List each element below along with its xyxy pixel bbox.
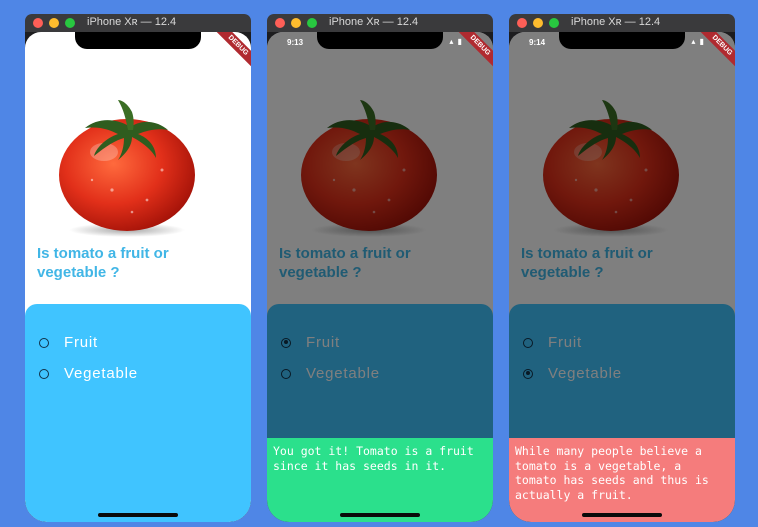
home-indicator[interactable] (98, 513, 178, 517)
close-window-button[interactable] (33, 18, 43, 28)
notch (559, 32, 685, 49)
window-controls (517, 18, 559, 28)
window-titlebar: iPhone Xʀ — 12.4 (25, 14, 251, 32)
phone-frame: 9:13 ▴ ▮ DEBUG Is tomato a fruit or vege… (267, 32, 493, 522)
minimize-window-button[interactable] (533, 18, 543, 28)
app-screen: 9:14 ▴ ▮ DEBUG Is tomato a fruit or vege… (509, 32, 735, 522)
phone-frame: DEBUG Is tomato a fruit or vegetable ? F… (25, 32, 251, 522)
notch (75, 32, 201, 49)
window-title: iPhone Xʀ — 12.4 (87, 16, 177, 28)
phone-frame: 9:14 ▴ ▮ DEBUG Is tomato a fruit or vege… (509, 32, 735, 522)
option-label: Vegetable (64, 365, 138, 382)
feedback-snackbar-wrong: While many people believe a tomato is a … (509, 438, 735, 522)
wifi-icon: ▴ ▮ (691, 37, 705, 46)
close-window-button[interactable] (517, 18, 527, 28)
minimize-window-button[interactable] (291, 18, 301, 28)
simulator-window-2: iPhone Xʀ — 12.4 9:13 ▴ ▮ DEBUG Is tomat… (267, 14, 493, 522)
window-controls (33, 18, 75, 28)
wifi-icon: ▴ ▮ (449, 37, 463, 46)
simulator-window-3: iPhone Xʀ — 12.4 9:14 ▴ ▮ DEBUG Is tomat… (509, 14, 735, 522)
zoom-window-button[interactable] (307, 18, 317, 28)
question-text: Is tomato a fruit or vegetable ? (37, 245, 169, 281)
feedback-snackbar-correct: You got it! Tomato is a fruit since it h… (267, 438, 493, 522)
window-controls (275, 18, 317, 28)
radio-icon[interactable] (39, 337, 49, 348)
radio-icon[interactable] (39, 368, 49, 379)
option-fruit[interactable]: Fruit (39, 334, 98, 351)
app-screen: 9:13 ▴ ▮ DEBUG Is tomato a fruit or vege… (267, 32, 493, 522)
window-title: iPhone Xʀ — 12.4 (571, 16, 661, 28)
home-indicator[interactable] (340, 513, 420, 517)
tomato-image (59, 100, 195, 237)
answer-panel: Fruit Vegetable (25, 304, 251, 522)
window-titlebar: iPhone Xʀ — 12.4 (509, 14, 735, 32)
zoom-window-button[interactable] (549, 18, 559, 28)
app-screen: DEBUG Is tomato a fruit or vegetable ? F… (25, 32, 251, 522)
simulator-window-1: iPhone Xʀ — 12.4 DEBUG Is tomato a fruit… (25, 14, 251, 522)
option-vegetable[interactable]: Vegetable (39, 365, 138, 382)
debug-banner: DEBUG (212, 32, 251, 72)
window-titlebar: iPhone Xʀ — 12.4 (267, 14, 493, 32)
notch (317, 32, 443, 49)
close-window-button[interactable] (275, 18, 285, 28)
status-time: 9:13 (287, 38, 304, 47)
status-time: 9:14 (529, 38, 546, 47)
zoom-window-button[interactable] (65, 18, 75, 28)
option-label: Fruit (64, 334, 98, 351)
minimize-window-button[interactable] (49, 18, 59, 28)
window-title: iPhone Xʀ — 12.4 (329, 16, 419, 28)
home-indicator[interactable] (582, 513, 662, 517)
